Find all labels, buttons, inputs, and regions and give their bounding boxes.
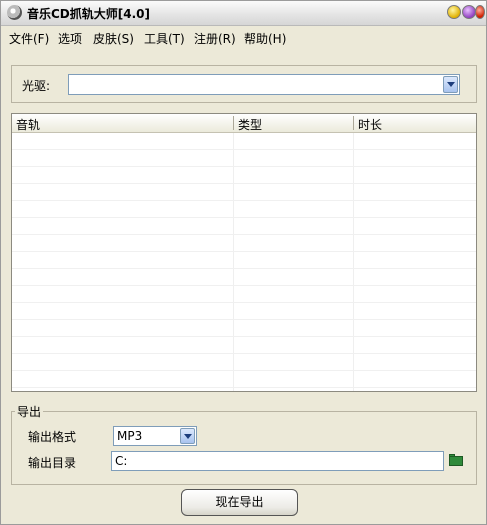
maximize-button[interactable] <box>462 5 476 19</box>
export-now-button[interactable]: 现在导出 <box>181 489 298 516</box>
column-header-track[interactable]: 音轨 <box>16 116 40 133</box>
empty-row <box>12 252 476 269</box>
format-select[interactable]: MP3 <box>113 426 197 446</box>
menu-skin[interactable]: 皮肤(S) <box>93 30 134 47</box>
app-icon <box>7 5 22 20</box>
empty-row <box>12 337 476 354</box>
empty-row <box>12 218 476 235</box>
empty-row <box>12 150 476 167</box>
column-header-duration[interactable]: 时长 <box>358 116 382 133</box>
empty-row <box>12 201 476 218</box>
column-divider[interactable] <box>233 116 234 130</box>
empty-row <box>12 303 476 320</box>
menu-tools[interactable]: 工具(T) <box>144 30 185 47</box>
menu-file[interactable]: 文件(F) <box>9 30 49 47</box>
folder-icon[interactable] <box>449 452 463 468</box>
export-panel <box>11 411 477 485</box>
empty-row <box>12 167 476 184</box>
format-select-value: MP3 <box>117 429 143 443</box>
track-list[interactable]: 音轨 类型 时长 <box>11 113 477 392</box>
empty-row <box>12 235 476 252</box>
column-divider[interactable] <box>353 116 354 130</box>
window-title: 音乐CD抓轨大师[4.0] <box>27 7 150 21</box>
menu-help[interactable]: 帮助(H) <box>244 30 286 47</box>
close-button[interactable] <box>475 5 485 19</box>
empty-row <box>12 354 476 371</box>
track-rows <box>12 133 476 388</box>
empty-row <box>12 184 476 201</box>
minimize-button[interactable] <box>447 5 461 19</box>
format-label: 输出格式 <box>28 430 77 444</box>
drive-label: 光驱: <box>22 79 51 93</box>
empty-row <box>12 133 476 150</box>
empty-row <box>12 371 476 388</box>
output-dir-field[interactable]: C: <box>111 451 444 471</box>
empty-row <box>12 320 476 337</box>
track-list-header: 音轨 类型 时长 <box>12 114 476 133</box>
menu-options[interactable]: 选项 <box>58 30 82 47</box>
chevron-down-icon[interactable] <box>443 76 458 93</box>
column-header-type[interactable]: 类型 <box>238 116 262 133</box>
output-dir-label: 输出目录 <box>28 456 77 470</box>
chevron-down-icon[interactable] <box>180 428 195 444</box>
title-bar[interactable]: 音乐CD抓轨大师[4.0] <box>1 1 486 26</box>
empty-row <box>12 286 476 303</box>
app-window: 音乐CD抓轨大师[4.0] 文件(F) 选项 皮肤(S) 工具(T) 注册(R)… <box>0 0 487 525</box>
menu-bar: 文件(F) 选项 皮肤(S) 工具(T) 注册(R) 帮助(H) <box>1 26 486 46</box>
menu-register[interactable]: 注册(R) <box>194 30 236 47</box>
export-group-label: 导出 <box>15 403 44 420</box>
drive-select[interactable] <box>68 74 460 95</box>
empty-row <box>12 269 476 286</box>
